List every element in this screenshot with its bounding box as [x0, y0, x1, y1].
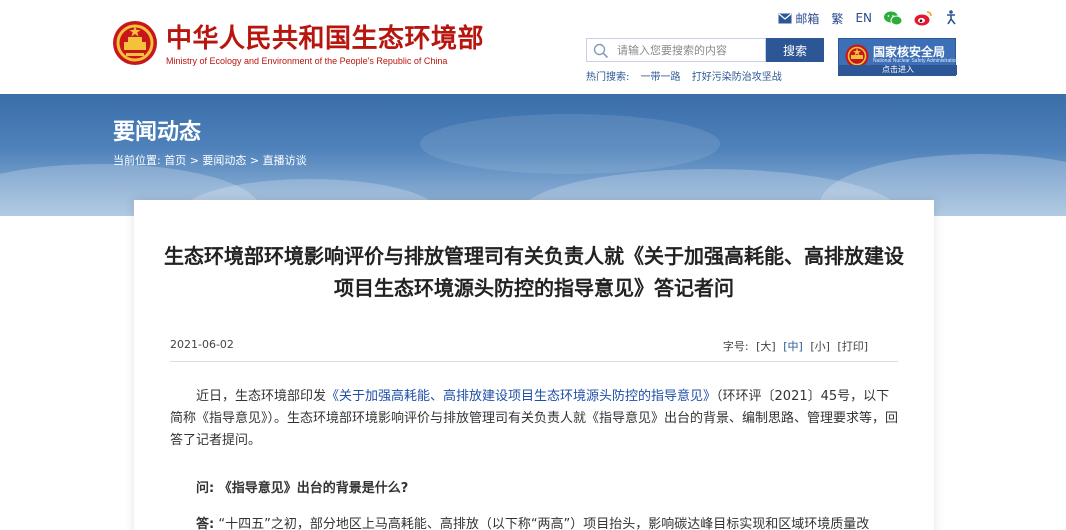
site-header: 中华人民共和国生态环境部 Ministry of Ecology and Env…	[0, 0, 1066, 94]
hot-search: 热门搜索: 一带一路 打好污染防治攻坚战	[586, 68, 790, 83]
print-button[interactable]: [打印]	[837, 340, 868, 353]
hot-search-item[interactable]: 一带一路	[641, 72, 681, 83]
font-size-large-button[interactable]: [大]	[756, 340, 776, 353]
mail-icon	[778, 13, 792, 23]
wechat-icon[interactable]	[884, 11, 902, 26]
font-size-controls: 字号: [大] [中] [小] [打印]	[719, 338, 868, 354]
top-links: 邮箱 繁 EN	[778, 9, 958, 27]
article-title: 生态环境部环境影响评价与排放管理司有关负责人就《关于加强高耗能、高排放建设项目生…	[164, 244, 904, 300]
hot-search-label: 热门搜索:	[586, 72, 630, 83]
search-input[interactable]	[617, 41, 763, 59]
question-paragraph: 问: 《指导意见》出台的背景是什么?	[196, 481, 409, 496]
section-banner: 要闻动态 当前位置: 首页 > 要闻动态 > 直播访谈	[0, 94, 1066, 216]
answer-paragraph: 答: “十四五”之初，部分地区上马高耗能、高排放（以下称“两高”）项目抬头，影响…	[170, 514, 898, 530]
answer-label: 答:	[196, 517, 215, 530]
guideline-link[interactable]: 《关于加强高耗能、高排放建设项目生态环境源头防控的指导意见》	[326, 389, 716, 404]
weibo-icon[interactable]	[914, 10, 932, 26]
font-size-label: 字号:	[722, 340, 749, 353]
article-card: 生态环境部环境影响评价与排放管理司有关负责人就《关于加强高耗能、高排放建设项目生…	[134, 200, 934, 530]
breadcrumb[interactable]: 当前位置: 首页 > 要闻动态 > 直播访谈	[113, 152, 307, 168]
article-meta: 2021-06-02 字号: [大] [中] [小] [打印]	[170, 338, 898, 362]
site-subtitle: Ministry of Ecology and Environment of t…	[166, 56, 448, 66]
mail-label: 邮箱	[795, 11, 820, 26]
section-title: 要闻动态	[113, 120, 202, 145]
english-link[interactable]: EN	[855, 11, 872, 25]
nnsa-enter-label: 点击进入	[839, 65, 957, 75]
search-box	[586, 38, 766, 62]
mail-link[interactable]: 邮箱	[778, 10, 819, 27]
paragraph-text: 近日，生态环境部印发	[196, 389, 327, 404]
nnsa-subtitle: National Nuclear Safety Administration	[873, 58, 959, 64]
nnsa-banner-link[interactable]: 国家核安全局 National Nuclear Safety Administr…	[838, 38, 959, 76]
font-size-small-button[interactable]: [小]	[810, 340, 830, 353]
answer-text: “十四五”之初，部分地区上马高耗能、高排放（以下称“两高”）项目抬头，影响碳达峰…	[218, 517, 870, 530]
search-button[interactable]: 搜索	[766, 38, 824, 62]
site-title[interactable]: 中华人民共和国生态环境部	[166, 24, 484, 54]
hot-search-item[interactable]: 打好污染防治攻坚战	[692, 72, 782, 83]
publish-date: 2021-06-02	[170, 338, 234, 351]
traditional-chinese-link[interactable]: 繁	[831, 10, 843, 27]
font-size-medium-button[interactable]: [中]	[783, 340, 803, 353]
search-icon	[593, 43, 609, 59]
article-paragraph: 近日，生态环境部印发《关于加强高耗能、高排放建设项目生态环境源头防控的指导意见》…	[170, 386, 898, 452]
accessibility-icon[interactable]	[944, 10, 958, 26]
national-emblem-icon[interactable]	[112, 20, 158, 66]
